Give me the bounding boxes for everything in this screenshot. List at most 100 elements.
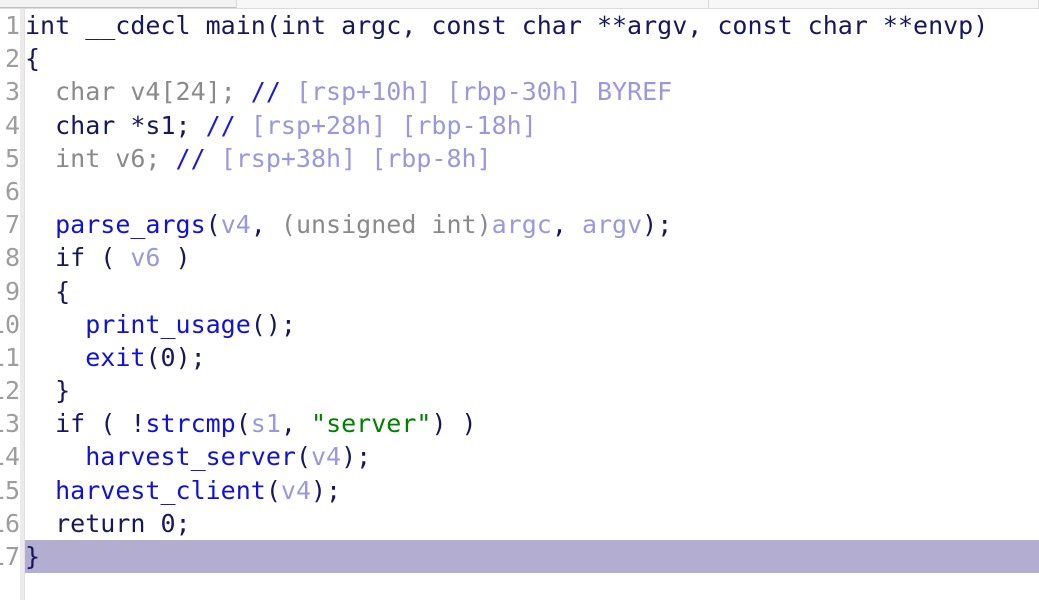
code-token: parse_args bbox=[55, 210, 206, 240]
code-token: char bbox=[25, 77, 131, 107]
code-line-text: return 0; bbox=[25, 507, 1039, 540]
code-token: [rsp+38h] [rbp-8h] bbox=[205, 143, 492, 173]
code-token: if ( bbox=[25, 243, 131, 273]
code-line[interactable]: 8 if ( v6 ) bbox=[0, 241, 1039, 274]
code-token: [rsp+10h] [rbp-30h] BYREF bbox=[280, 77, 673, 107]
code-token: return bbox=[25, 508, 161, 538]
line-number-text: 16 bbox=[0, 508, 20, 538]
code-token: ( bbox=[145, 342, 161, 372]
code-token: v4 bbox=[311, 442, 342, 472]
code-token: int __cdecl main(int argc, const char **… bbox=[25, 11, 989, 40]
code-line-text: } bbox=[25, 374, 1039, 407]
line-number-text: 6 bbox=[4, 176, 20, 206]
code-token: harvest_client bbox=[55, 475, 266, 505]
code-token: if ( ! bbox=[25, 409, 146, 439]
code-line-text: print_usage(); bbox=[25, 308, 1039, 341]
code-line[interactable]: 1 int __cdecl main(int argc, const char *… bbox=[0, 9, 1039, 42]
code-token: // bbox=[250, 77, 281, 107]
code-token: ); bbox=[341, 442, 372, 472]
line-number: 17 bbox=[0, 540, 20, 574]
code-line-text: harvest_client(v4); bbox=[25, 474, 1039, 507]
line-number: 12 bbox=[0, 374, 20, 407]
code-token: , bbox=[250, 210, 281, 240]
code-line[interactable]: 7 parse_args(v4, (unsigned int)argc, arg… bbox=[0, 208, 1039, 241]
code-token: 0 bbox=[160, 342, 176, 372]
code-token: } bbox=[25, 542, 41, 571]
line-number-text: 4 bbox=[4, 110, 20, 140]
code-token: exit bbox=[85, 342, 146, 372]
code-line[interactable]: 3 char v4[24]; // [rsp+10h] [rbp-30h] BY… bbox=[0, 75, 1039, 108]
code-token: ( bbox=[295, 442, 311, 472]
code-token: [rsp+28h] [rbp-18h] bbox=[235, 110, 537, 140]
code-token: // bbox=[175, 143, 206, 173]
line-number-text: 15 bbox=[0, 475, 20, 505]
code-token: v4 bbox=[280, 475, 311, 505]
code-token: ); bbox=[175, 342, 206, 372]
line-number: 2 bbox=[0, 42, 20, 75]
code-token: v4[24] bbox=[130, 77, 221, 107]
line-number-text: 17 bbox=[0, 542, 20, 571]
code-line[interactable]: 13 if ( !strcmp(s1, "server") ) bbox=[0, 407, 1039, 440]
code-line[interactable]: 5 int v6; // [rsp+38h] [rbp-8h] bbox=[0, 142, 1039, 175]
code-token: ); bbox=[311, 475, 342, 505]
code-line-text: char v4[24]; // [rsp+10h] [rbp-30h] BYRE… bbox=[25, 75, 1039, 108]
code-line[interactable]: 10 print_usage(); bbox=[0, 308, 1039, 341]
code-line[interactable]: 16 return 0; bbox=[0, 507, 1039, 540]
line-number: 9 bbox=[0, 275, 20, 308]
toolbar-divider-2 bbox=[708, 0, 709, 9]
line-number: 11 bbox=[0, 341, 20, 374]
pseudocode-editor[interactable]: 1 int __cdecl main(int argc, const char *… bbox=[0, 9, 1039, 600]
code-line[interactable]: 17} bbox=[0, 540, 1039, 574]
line-number: 16 bbox=[0, 507, 20, 540]
code-line-text: if ( v6 ) bbox=[25, 241, 1039, 274]
code-token: argc bbox=[491, 210, 552, 240]
code-line-text: int v6; // [rsp+38h] [rbp-8h] bbox=[25, 142, 1039, 175]
code-line[interactable]: 11 exit(0); bbox=[0, 341, 1039, 374]
code-token: (unsigned int) bbox=[280, 210, 492, 240]
code-line[interactable]: 15 harvest_client(v4); bbox=[0, 474, 1039, 507]
code-token: ( bbox=[205, 210, 221, 240]
code-line[interactable]: 2{ bbox=[0, 42, 1039, 75]
line-number: 13 bbox=[0, 407, 20, 440]
line-number-text: 14 bbox=[0, 442, 20, 472]
code-token: v6 bbox=[130, 243, 161, 273]
code-line[interactable]: 14 harvest_server(v4); bbox=[0, 440, 1039, 473]
line-number: 1 bbox=[0, 9, 20, 42]
code-token: 0 bbox=[160, 508, 176, 538]
code-token: print_usage bbox=[85, 309, 251, 339]
line-number: 14 bbox=[0, 440, 20, 473]
line-number: 3 bbox=[0, 75, 20, 108]
line-number: 6 bbox=[0, 175, 20, 208]
line-number: 5 bbox=[0, 142, 20, 175]
code-line[interactable]: 6 bbox=[0, 175, 1039, 208]
code-line[interactable]: 9 { bbox=[0, 275, 1039, 308]
code-token: s1 bbox=[250, 409, 281, 439]
code-lines-container: 1 int __cdecl main(int argc, const char *… bbox=[0, 9, 1039, 574]
line-number-text: 5 bbox=[4, 143, 20, 173]
line-number-text: 2 bbox=[4, 44, 20, 74]
code-token: (); bbox=[250, 309, 296, 339]
line-number-text: 11 bbox=[0, 342, 20, 372]
code-line-text: int __cdecl main(int argc, const char **… bbox=[25, 9, 1039, 42]
code-token: int v6; bbox=[25, 143, 176, 173]
code-line-text: harvest_server(v4); bbox=[25, 440, 1039, 473]
code-token: v4 bbox=[220, 210, 251, 240]
line-number-text: 1 bbox=[4, 11, 20, 40]
toolbar-bottom-strip bbox=[0, 0, 1039, 9]
code-token: { bbox=[25, 276, 71, 306]
code-token: argv bbox=[581, 210, 643, 240]
code-line-text: if ( !strcmp(s1, "server") ) bbox=[25, 407, 1039, 440]
code-line[interactable]: 4 char *s1; // [rsp+28h] [rbp-18h] bbox=[0, 109, 1039, 142]
line-number-text: 9 bbox=[4, 276, 20, 306]
code-line[interactable]: 12 } bbox=[0, 374, 1039, 407]
code-line-text: char *s1; // [rsp+28h] [rbp-18h] bbox=[25, 109, 1039, 142]
code-line-text bbox=[25, 175, 1039, 208]
code-token: , bbox=[551, 210, 582, 240]
code-token: ( bbox=[265, 475, 281, 505]
code-token: "server" bbox=[311, 409, 432, 439]
line-number: 10 bbox=[0, 308, 20, 341]
